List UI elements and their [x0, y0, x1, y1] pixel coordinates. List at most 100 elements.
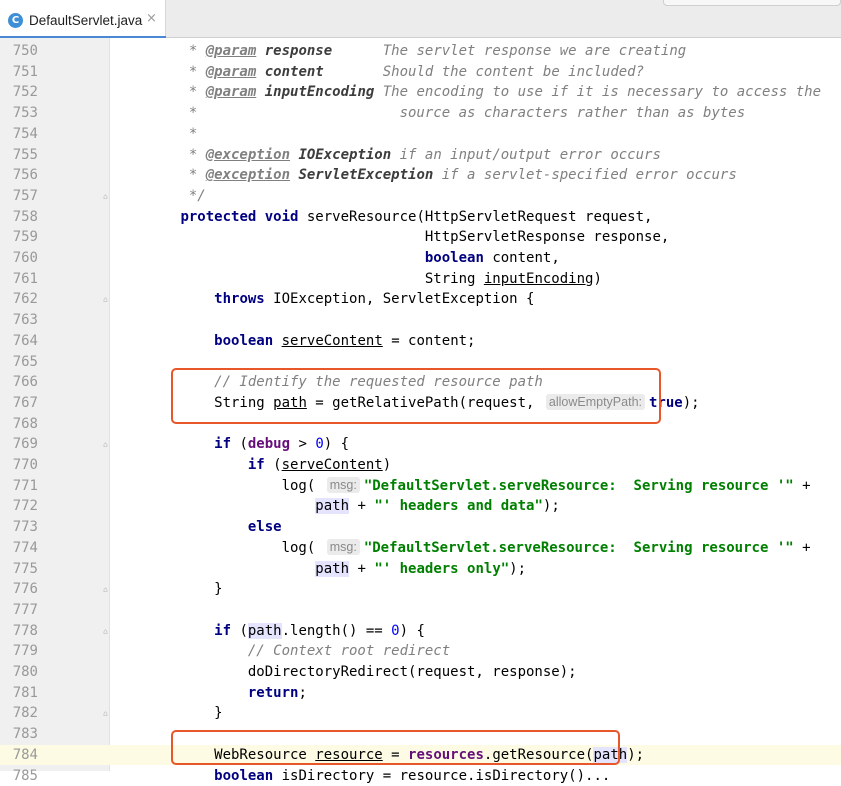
code-token: The encoding to use if it is necessary t…: [374, 84, 821, 100]
line-number[interactable]: 754: [0, 124, 38, 145]
line-number[interactable]: 750: [0, 41, 38, 62]
fold-marker-icon[interactable]: ⌂: [101, 295, 110, 304]
code-token: [113, 623, 214, 639]
tab-defaultservlet-java[interactable]: C DefaultServlet.java ×: [0, 0, 166, 38]
line-number[interactable]: 760: [0, 248, 38, 269]
line-number[interactable]: 752: [0, 82, 38, 103]
close-icon[interactable]: ×: [146, 11, 160, 27]
code-token: if: [214, 623, 231, 639]
code-line[interactable]: 782⌂ }: [0, 703, 841, 724]
code-line[interactable]: 753 * source as characters rather than a…: [0, 103, 841, 124]
line-number[interactable]: 782: [0, 703, 38, 724]
code-text: return;: [113, 683, 307, 704]
fold-marker-icon[interactable]: ⌂: [101, 440, 110, 449]
line-number[interactable]: 765: [0, 352, 38, 373]
line-number[interactable]: 763: [0, 310, 38, 331]
code-text: throws IOException, ServletException {: [113, 289, 534, 310]
line-number[interactable]: 769: [0, 434, 38, 455]
code-line[interactable]: 759 HttpServletResponse response,: [0, 227, 841, 248]
code-line[interactable]: 756 * @exception ServletException if a s…: [0, 165, 841, 186]
line-number[interactable]: 781: [0, 683, 38, 704]
code-text: String inputEncoding): [113, 269, 602, 290]
line-number[interactable]: 758: [0, 207, 38, 228]
line-number[interactable]: 778: [0, 621, 38, 642]
code-line[interactable]: 754 *: [0, 124, 841, 145]
code-token: path: [248, 623, 282, 639]
code-line[interactable]: 779 // Context root redirect: [0, 641, 841, 662]
line-number[interactable]: 768: [0, 414, 38, 435]
line-number[interactable]: 762: [0, 289, 38, 310]
line-number[interactable]: 764: [0, 331, 38, 352]
code-token: Should the content be included?: [324, 64, 644, 80]
code-line[interactable]: 764 boolean serveContent = content;: [0, 331, 841, 352]
code-line[interactable]: 769⌂ if (debug > 0) {: [0, 434, 841, 455]
code-token: [113, 519, 248, 535]
code-token: ;: [298, 685, 306, 701]
line-number[interactable]: 772: [0, 496, 38, 517]
line-number[interactable]: 759: [0, 227, 38, 248]
code-line[interactable]: 762 ⌂ throws IOException, ServletExceptio…: [0, 289, 841, 310]
code-text: * @exception ServletException if a servl…: [113, 165, 737, 186]
line-number[interactable]: 771: [0, 476, 38, 497]
code-line[interactable]: 774 log( msg:"DefaultServlet.serveResour…: [0, 538, 841, 559]
line-number[interactable]: 770: [0, 455, 38, 476]
code-token: debug: [248, 436, 290, 452]
code-text: if (path.length() == 0) {: [113, 621, 425, 642]
fold-marker-icon[interactable]: ⌂: [101, 627, 110, 636]
code-text: doDirectoryRedirect(request, response);: [113, 662, 577, 683]
code-line[interactable]: 778 ⌂ if (path.length() == 0) {: [0, 621, 841, 642]
line-number[interactable]: 777: [0, 600, 38, 621]
line-number[interactable]: 783: [0, 724, 38, 745]
code-line[interactable]: 775 path + "' headers only");: [0, 559, 841, 580]
line-number[interactable]: 755: [0, 145, 38, 166]
line-number[interactable]: 775: [0, 559, 38, 580]
code-line[interactable]: 777: [0, 600, 841, 621]
code-line[interactable]: 750 * @param response The servlet respon…: [0, 41, 841, 62]
code-text: * @param content Should the content be i…: [113, 62, 644, 83]
code-line[interactable]: 772 path + "' headers and data");: [0, 496, 841, 517]
code-line[interactable]: 760 boolean content,: [0, 248, 841, 269]
code-line[interactable]: 755 * @exception IOException if an input…: [0, 145, 841, 166]
code-line[interactable]: 785 boolean isDirectory = resource.isDir…: [0, 766, 841, 786]
line-number[interactable]: 774: [0, 538, 38, 559]
code-text: boolean isDirectory = resource.isDirecto…: [113, 766, 610, 786]
code-token: String: [113, 271, 484, 287]
code-text: }: [113, 579, 223, 600]
code-token: [113, 768, 214, 784]
code-line[interactable]: 771 log( msg:"DefaultServlet.serveResour…: [0, 476, 841, 497]
line-number[interactable]: 784: [0, 745, 38, 766]
fold-marker-icon[interactable]: ⌂: [101, 709, 110, 718]
code-token: *: [113, 43, 206, 59]
line-number[interactable]: 761: [0, 269, 38, 290]
line-number[interactable]: 779: [0, 641, 38, 662]
line-number[interactable]: 753: [0, 103, 38, 124]
line-number[interactable]: 756: [0, 165, 38, 186]
line-number[interactable]: 776: [0, 579, 38, 600]
fold-marker-icon[interactable]: ⌂: [101, 585, 110, 594]
code-token: [256, 64, 264, 80]
code-line[interactable]: 757⌂ */: [0, 186, 841, 207]
code-line[interactable]: 776 ⌂ }: [0, 579, 841, 600]
tab-label: DefaultServlet.java: [29, 12, 142, 29]
code-token: inputEncoding: [484, 271, 594, 287]
line-number[interactable]: 767: [0, 393, 38, 414]
line-number[interactable]: 773: [0, 517, 38, 538]
line-number[interactable]: 757: [0, 186, 38, 207]
code-line[interactable]: 763: [0, 310, 841, 331]
code-line[interactable]: 761 String inputEncoding): [0, 269, 841, 290]
code-token: +: [349, 498, 374, 514]
line-number[interactable]: 751: [0, 62, 38, 83]
code-token: log(: [113, 478, 324, 494]
code-line[interactable]: 773 else: [0, 517, 841, 538]
code-line[interactable]: 770 if (serveContent): [0, 455, 841, 476]
code-line[interactable]: 781 return;: [0, 683, 841, 704]
line-number[interactable]: 780: [0, 662, 38, 683]
code-line[interactable]: 758 protected void serveResource(HttpSer…: [0, 207, 841, 228]
code-line[interactable]: 752 * @param inputEncoding The encoding …: [0, 82, 841, 103]
code-line[interactable]: 780 doDirectoryRedirect(request, respons…: [0, 662, 841, 683]
code-text: * @exception IOException if an input/out…: [113, 145, 661, 166]
line-number[interactable]: 766: [0, 372, 38, 393]
code-line[interactable]: 751 * @param content Should the content …: [0, 62, 841, 83]
fold-marker-icon[interactable]: ⌂: [101, 192, 110, 201]
line-number[interactable]: 785: [0, 766, 38, 786]
